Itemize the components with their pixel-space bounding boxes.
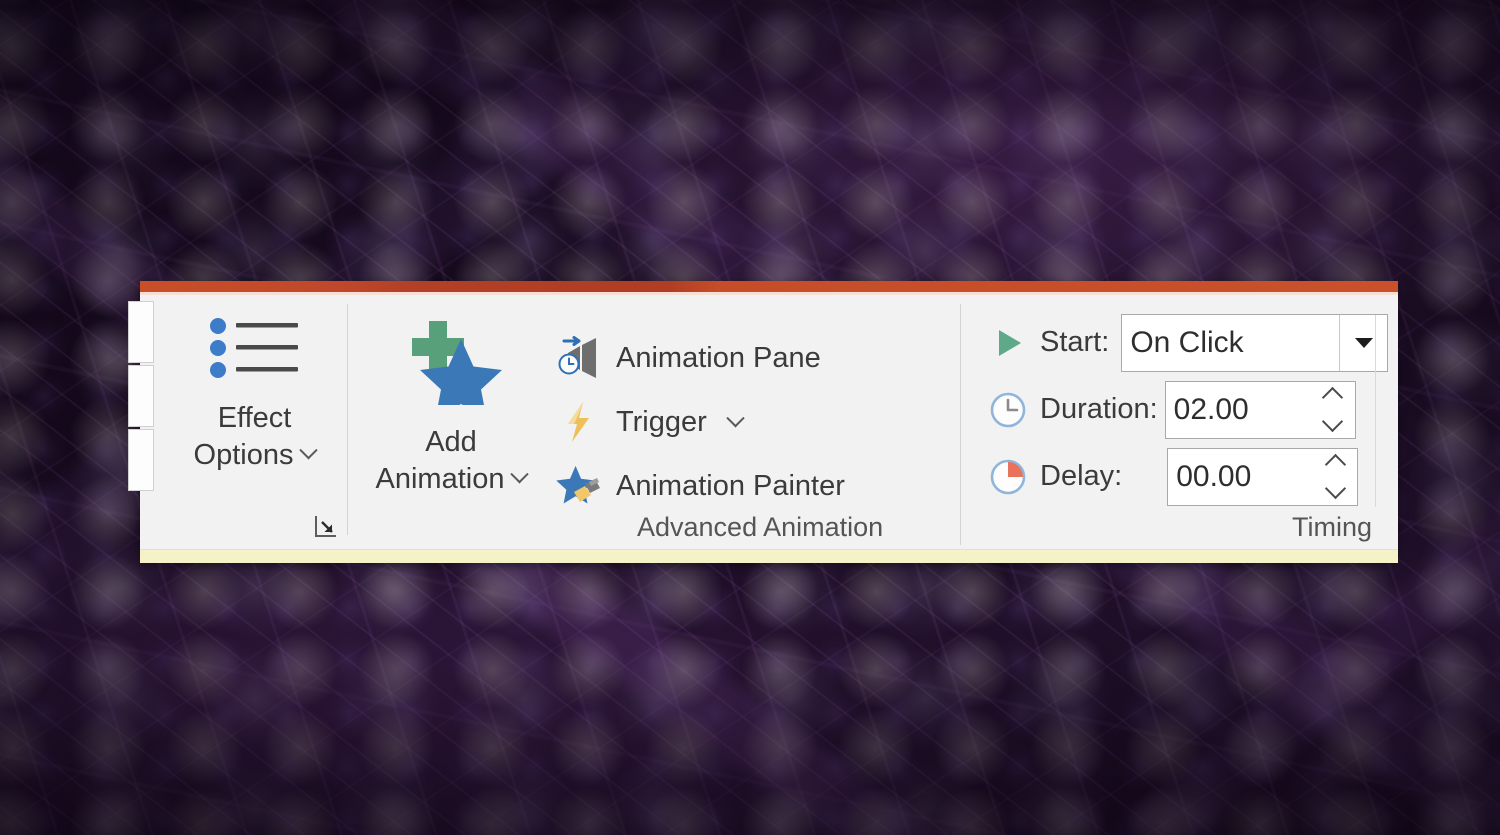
timing-right-separator <box>1375 315 1376 507</box>
add-animation-label-row: Animation <box>375 461 530 498</box>
trigger-label: Trigger <box>616 405 707 438</box>
animation-gallery-scrollbar[interactable] <box>128 295 162 549</box>
ribbon-top-accent-bar <box>140 281 1398 292</box>
start-combobox[interactable]: On Click <box>1121 313 1389 372</box>
animation-pane-icon <box>556 336 602 380</box>
add-animation-label-line1: Add <box>425 426 477 458</box>
start-row: Start: On Click <box>985 309 1398 376</box>
duration-label: Duration: <box>1040 393 1158 425</box>
gallery-more-button[interactable] <box>128 429 154 491</box>
duration-value[interactable]: 02.00 <box>1166 382 1315 438</box>
start-combobox-dropdown-button[interactable] <box>1339 314 1387 371</box>
caret-down-icon <box>1354 337 1373 348</box>
start-label: Start: <box>1040 326 1110 358</box>
add-animation-label-line2: Animation <box>375 462 505 495</box>
timing-group: Start: On Click Duration: 02.00 Delay: 0… <box>961 295 1398 549</box>
animation-painter-icon <box>556 464 602 508</box>
chevron-down-icon[interactable] <box>726 408 745 427</box>
bulleted-list-icon <box>207 317 303 384</box>
effect-options-label-line1: Effect <box>217 402 292 434</box>
play-triangle-icon <box>985 323 1031 363</box>
add-animation-star-icon <box>399 317 503 418</box>
animation-pane-label: Animation Pane <box>616 341 821 374</box>
ribbon-body: Effect Options Add Animation Animation P… <box>128 295 1398 549</box>
duration-spinner[interactable] <box>1315 382 1355 438</box>
delay-spinbox[interactable]: 00.00 <box>1167 447 1359 506</box>
clock-delay-icon <box>985 457 1031 497</box>
chevron-down-icon[interactable] <box>510 465 530 484</box>
effect-options-group: Effect Options <box>162 295 347 549</box>
delay-value[interactable]: 00.00 <box>1168 449 1317 505</box>
animations-ribbon: Effect Options Add Animation Animation P… <box>128 281 1398 563</box>
advanced-animation-command-list: Animation Pane Trigger Animation Painter <box>554 313 960 549</box>
effect-options-label-row: Options <box>193 437 319 474</box>
spin-down-icon[interactable] <box>1322 410 1344 433</box>
spin-up-icon[interactable] <box>1322 386 1344 409</box>
chevron-down-icon[interactable] <box>299 441 319 460</box>
dialog-launcher-icon <box>313 513 339 544</box>
advanced-animation-group: Add Animation Animation Pane Trigger Ani… <box>348 295 960 549</box>
gallery-scroll-up-button[interactable] <box>128 301 154 363</box>
spin-down-icon[interactable] <box>1324 477 1346 500</box>
delay-label: Delay: <box>1040 460 1123 492</box>
dialog-launcher-button[interactable] <box>311 513 341 543</box>
animation-painter-button[interactable]: Animation Painter <box>554 455 960 517</box>
trigger-lightning-icon <box>556 400 602 444</box>
duration-row: Duration: 02.00 <box>985 376 1398 443</box>
trigger-button[interactable]: Trigger <box>554 391 960 453</box>
add-animation-button[interactable]: Add Animation <box>348 313 554 549</box>
effect-options-button[interactable]: Effect Options <box>162 317 347 473</box>
animation-painter-label: Animation Painter <box>616 469 845 502</box>
spin-up-icon[interactable] <box>1324 453 1346 476</box>
start-combobox-value[interactable]: On Click <box>1122 315 1339 371</box>
gallery-scroll-down-button[interactable] <box>128 365 154 427</box>
clock-duration-icon <box>985 390 1031 430</box>
ribbon-bottom-accent-bar <box>140 549 1398 563</box>
duration-spinbox[interactable]: 02.00 <box>1164 380 1356 439</box>
delay-row: Delay: 00.00 <box>985 443 1398 510</box>
effect-options-label-line2: Options <box>193 438 294 471</box>
delay-spinner[interactable] <box>1317 449 1357 505</box>
animation-pane-button[interactable]: Animation Pane <box>554 327 960 389</box>
